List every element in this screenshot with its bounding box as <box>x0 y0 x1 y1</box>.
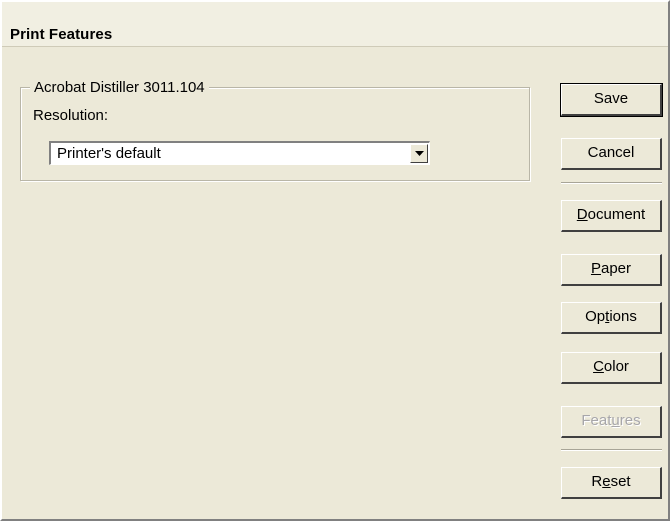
document-label-accesskey: D <box>576 206 588 223</box>
cancel-button-label: Cancel <box>587 144 635 161</box>
reset-label-post: set <box>610 473 631 490</box>
features-label-post: res <box>619 412 641 429</box>
group-legend: Acrobat Distiller 3011.104 <box>30 79 209 96</box>
reset-label-accesskey: e <box>602 473 611 490</box>
button-separator-bottom <box>561 449 662 451</box>
paper-label-accesskey: P <box>590 260 601 277</box>
print-features-dialog: Print Features Acrobat Distiller 3011.10… <box>0 0 670 521</box>
dialog-title: Print Features <box>10 26 113 43</box>
resolution-dropdown[interactable]: Printer's default <box>49 141 430 165</box>
document-button[interactable]: Document <box>561 200 662 232</box>
features-label-pre: Feat <box>581 412 612 429</box>
dropdown-arrow-button[interactable] <box>410 144 428 163</box>
document-label-post: ocument <box>587 206 646 223</box>
printer-group-box <box>20 87 530 181</box>
triangle-down-icon <box>414 151 424 156</box>
button-separator-top <box>561 182 662 184</box>
features-label-accesskey: u <box>611 412 620 429</box>
save-button[interactable]: Save <box>560 83 663 117</box>
features-button: Features <box>561 406 662 438</box>
title-bar: Print Features <box>2 2 668 47</box>
paper-label-post: aper <box>600 260 632 277</box>
options-label-pre: Op <box>585 308 606 325</box>
save-button-label: Save <box>593 90 629 107</box>
paper-button[interactable]: Paper <box>561 254 662 286</box>
reset-label-pre: R <box>591 473 603 490</box>
resolution-selected-value: Printer's default <box>57 145 161 162</box>
color-label-accesskey: C <box>593 358 604 375</box>
options-button[interactable]: Options <box>561 302 662 334</box>
options-label-post: ions <box>609 308 637 325</box>
resolution-label: Resolution: <box>33 107 109 124</box>
color-button[interactable]: Color <box>561 352 662 384</box>
cancel-button[interactable]: Cancel <box>561 138 662 170</box>
reset-button[interactable]: Reset <box>561 467 662 499</box>
color-label-post: olor <box>603 358 629 375</box>
